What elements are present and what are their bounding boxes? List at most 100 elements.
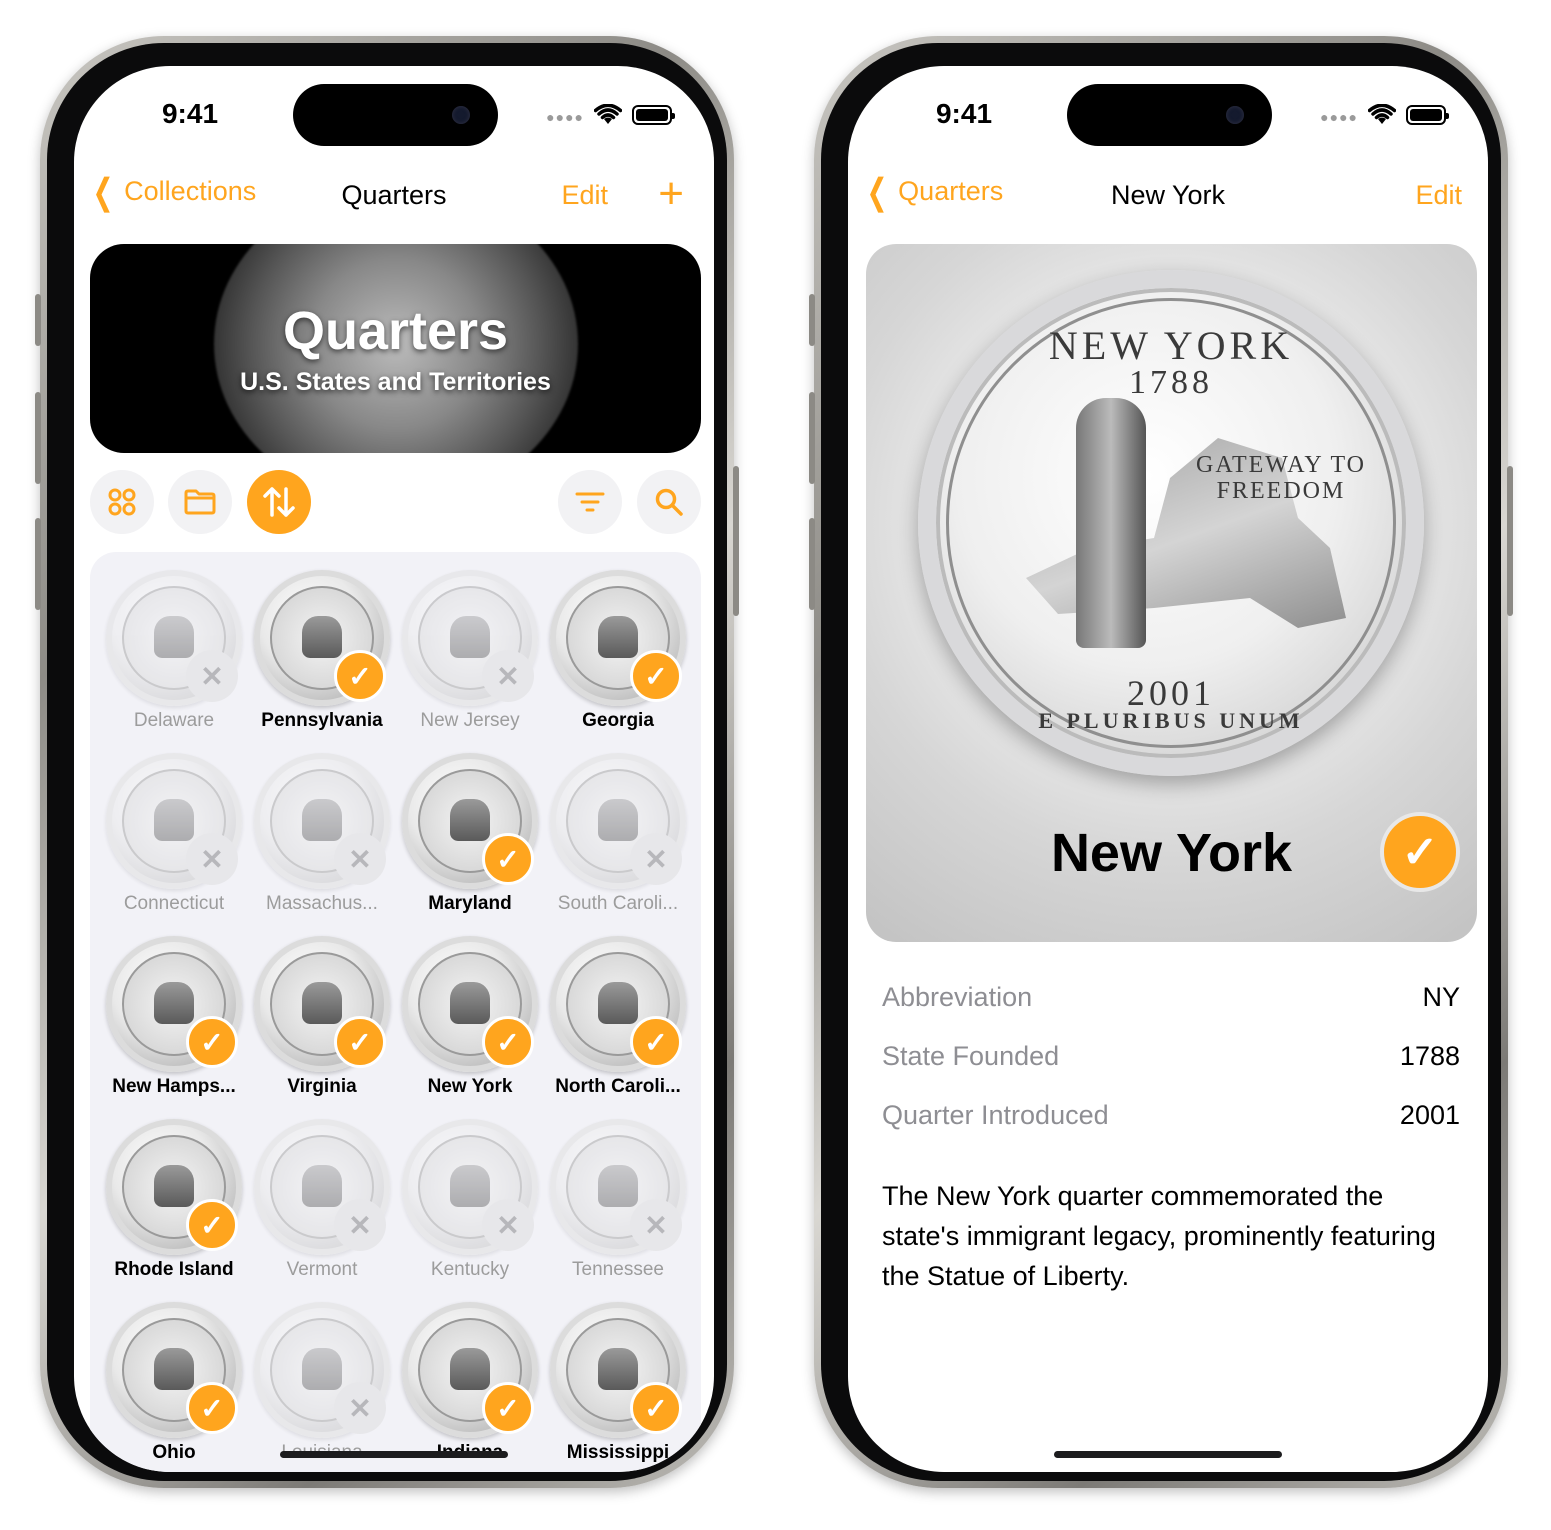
not-collected-badge[interactable]: ✕ (334, 833, 386, 885)
coin-cell[interactable]: ✓ Ohio (100, 1296, 248, 1472)
add-button[interactable]: + (658, 170, 684, 218)
collected-badge[interactable]: ✓ (482, 1382, 534, 1434)
battery-icon (1406, 105, 1449, 125)
nav-title: New York (1110, 180, 1226, 210)
coin-cell[interactable]: ✕ Massachus... (248, 747, 396, 930)
coin-cell[interactable]: ✕Louisiana (248, 1296, 396, 1472)
power-button (733, 466, 739, 616)
coin-cell[interactable]: ✕ Tennessee (544, 1113, 692, 1296)
coin-label: New York (427, 1076, 513, 1097)
details-list: Abbreviation NY State Founded 1788 Quart… (882, 976, 1460, 1153)
signal-icon: ●●●● (1320, 109, 1358, 125)
detail-value: 1788 (1399, 1041, 1460, 1071)
banner-subtitle: U.S. States and Territories (240, 368, 551, 396)
coin-cell[interactable]: ✕ New Jersey (396, 564, 544, 747)
grid-view-button[interactable] (90, 470, 154, 534)
detail-label: Abbreviation (882, 982, 1033, 1012)
coin-cell[interactable]: ✓ Mississippi (544, 1296, 692, 1472)
sort-icon (263, 487, 295, 517)
right-screen: 9:41 ●●●● ❮ Quarters New York Edit NEW Y… (848, 66, 1488, 1472)
x-mark-icon: ✕ (496, 1209, 520, 1241)
x-mark-icon: ✕ (200, 843, 224, 875)
edit-button[interactable]: Edit (1415, 180, 1462, 211)
collected-badge[interactable]: ✓ (482, 1016, 534, 1068)
coin-cell[interactable]: ✕ Vermont (248, 1113, 396, 1296)
checkmark-icon: ✓ (348, 1026, 372, 1058)
checkmark-icon: ✓ (200, 1392, 224, 1424)
coin-cell[interactable]: ✓ Rhode Island (100, 1113, 248, 1296)
collected-badge[interactable]: ✓ (334, 650, 386, 702)
volume-up-button (809, 392, 815, 484)
coin-cell[interactable]: ✓ North Caroli... (544, 930, 692, 1113)
nav-bar: ❮ Collections Quarters Edit + (74, 170, 714, 226)
collected-badge[interactable]: ✓ (630, 1382, 682, 1434)
view-toolbar (90, 470, 701, 536)
coin-cell[interactable]: ✓ New York (396, 930, 544, 1113)
coin-label: Tennessee (572, 1259, 664, 1280)
dynamic-island (1067, 84, 1272, 146)
dynamic-island (293, 84, 498, 146)
action-button (35, 294, 41, 346)
collected-badge[interactable]: ✓ (630, 1016, 682, 1068)
collected-badge[interactable]: ✓ (334, 1016, 386, 1068)
home-indicator[interactable] (1054, 1451, 1282, 1458)
not-collected-badge[interactable]: ✕ (186, 650, 238, 702)
description-text: The New York quarter commemorated the st… (882, 1181, 1436, 1291)
status-time: 9:41 (935, 98, 993, 129)
home-indicator[interactable] (280, 1451, 508, 1458)
camera-icon (452, 106, 470, 124)
not-collected-badge[interactable]: ✕ (630, 833, 682, 885)
wifi-icon (1368, 104, 1396, 124)
coin-cell[interactable]: ✓ Georgia (544, 564, 692, 747)
not-collected-badge[interactable]: ✕ (334, 1382, 386, 1434)
detail-row: Abbreviation NY (882, 976, 1460, 1035)
collected-badge[interactable]: ✓ (186, 1199, 238, 1251)
not-collected-badge[interactable]: ✕ (186, 833, 238, 885)
filter-button[interactable] (558, 470, 622, 534)
edit-button[interactable]: Edit (561, 180, 608, 211)
coin-cell[interactable]: ✓ Maryland (396, 747, 544, 930)
left-screen: 9:41 ●●●● ❮ Collections Quarters Edit + … (74, 66, 714, 1472)
coin-label: Rhode Island (114, 1259, 234, 1280)
x-mark-icon: ✕ (496, 660, 520, 692)
left-phone: 9:41 ●●●● ❮ Collections Quarters Edit + … (35, 36, 739, 1488)
coin-label: New Hamps... (112, 1076, 236, 1097)
coin-cell[interactable]: ✓ New Hamps... (100, 930, 248, 1113)
collected-badge[interactable]: ✓ (630, 650, 682, 702)
nav-title: Quarters (341, 180, 447, 210)
coin-cell[interactable]: ✓ Pennsylvania (248, 564, 396, 747)
detail-label: State Founded (882, 1041, 1060, 1071)
status-icons: ●●●● (546, 104, 675, 126)
not-collected-badge[interactable]: ✕ (334, 1199, 386, 1251)
coin-label: Mississippi (566, 1442, 670, 1463)
coin-cell[interactable]: ✓Indiana (396, 1296, 544, 1472)
coin-cell[interactable]: ✕ South Caroli... (544, 747, 692, 930)
coin-image[interactable]: NEW YORK 1788 GATEWAY TO FREEDOM 2001 E … (918, 270, 1424, 776)
coin-cell[interactable]: ✓ Virginia (248, 930, 396, 1113)
sort-button[interactable] (247, 470, 311, 534)
coin-motto-text: GATEWAY TO FREEDOM (1195, 452, 1366, 504)
checkmark-icon: ✓ (644, 1392, 668, 1424)
coin-cell[interactable]: ✕ Connecticut (100, 747, 248, 930)
coin-cell[interactable]: ✕ Kentucky (396, 1113, 544, 1296)
detail-value: NY (1422, 982, 1460, 1012)
detail-row: Quarter Introduced 2001 (882, 1094, 1460, 1153)
not-collected-badge[interactable]: ✕ (482, 650, 534, 702)
search-button[interactable] (637, 470, 701, 534)
checkmark-icon: ✓ (200, 1209, 224, 1241)
x-mark-icon: ✕ (644, 1209, 668, 1241)
action-button (809, 294, 815, 346)
collected-badge[interactable]: ✓ (482, 833, 534, 885)
not-collected-badge[interactable]: ✕ (630, 1199, 682, 1251)
checkmark-icon: ✓ (644, 1026, 668, 1058)
checkmark-icon: ✓ (644, 660, 668, 692)
collected-badge[interactable]: ✓ (186, 1016, 238, 1068)
not-collected-badge[interactable]: ✕ (482, 1199, 534, 1251)
checkmark-icon: ✓ (496, 1392, 520, 1424)
collected-toggle[interactable]: ✓ (1380, 812, 1460, 892)
coin-grid: ✕ Delaware ✓ Pennsylvania ✕ New Jersey ✓ Georgi… (90, 552, 701, 1472)
coin-cell[interactable]: ✕ Delaware (100, 564, 248, 747)
power-button (1507, 466, 1513, 616)
collected-badge[interactable]: ✓ (186, 1382, 238, 1434)
folder-button[interactable] (168, 470, 232, 534)
